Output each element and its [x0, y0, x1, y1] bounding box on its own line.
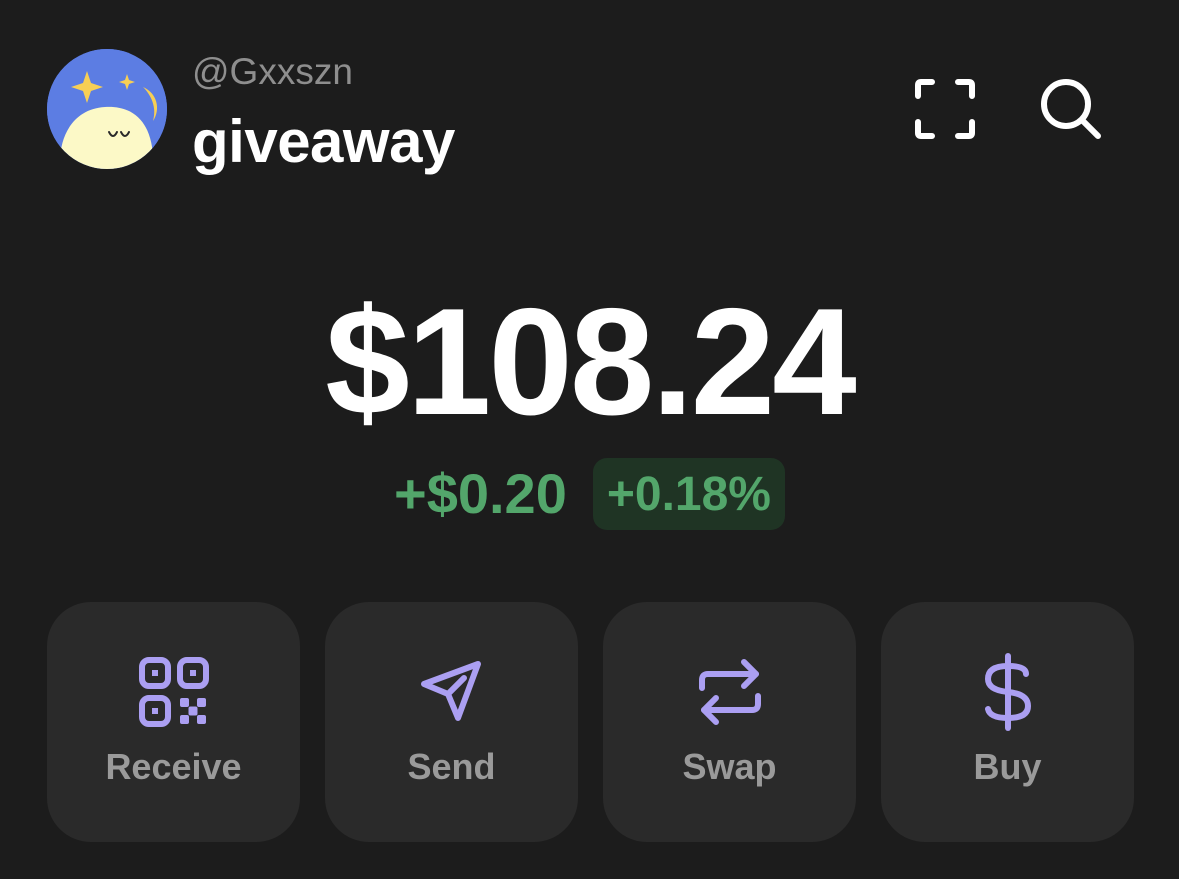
- dollar-icon: [984, 653, 1031, 731]
- swap-icon: [698, 659, 761, 725]
- swap-button[interactable]: Swap: [603, 602, 856, 842]
- scan-icon: [915, 79, 975, 139]
- send-label: Send: [407, 746, 496, 787]
- receive-label: Receive: [105, 746, 242, 787]
- buy-label: Buy: [973, 746, 1042, 787]
- change-percent-badge: +0.18%: [592, 458, 785, 530]
- send-icon: [420, 661, 481, 721]
- avatar[interactable]: [47, 49, 167, 169]
- action-row: Receive Send Swap Buy: [47, 602, 1134, 842]
- account-handle: @Gxxszn: [192, 51, 353, 92]
- scan-button[interactable]: [910, 74, 980, 144]
- total-balance: $108.24: [325, 277, 856, 447]
- moon-character-avatar-icon: [47, 49, 167, 169]
- change-amount: +$0.20: [394, 462, 567, 525]
- swap-label: Swap: [682, 746, 777, 787]
- search-icon: [1041, 79, 1101, 139]
- account-name[interactable]: giveaway: [192, 106, 455, 178]
- balance-change: +$0.20 +0.18%: [0, 458, 1179, 530]
- receive-button[interactable]: Receive: [47, 602, 300, 842]
- send-button[interactable]: Send: [325, 602, 578, 842]
- wallet-home-screen: @Gxxszn giveaway $108.24 +$0.20 +0.18% R…: [0, 0, 1179, 879]
- search-button[interactable]: [1036, 74, 1106, 144]
- qr-code-icon: [138, 657, 209, 727]
- buy-button[interactable]: Buy: [881, 602, 1134, 842]
